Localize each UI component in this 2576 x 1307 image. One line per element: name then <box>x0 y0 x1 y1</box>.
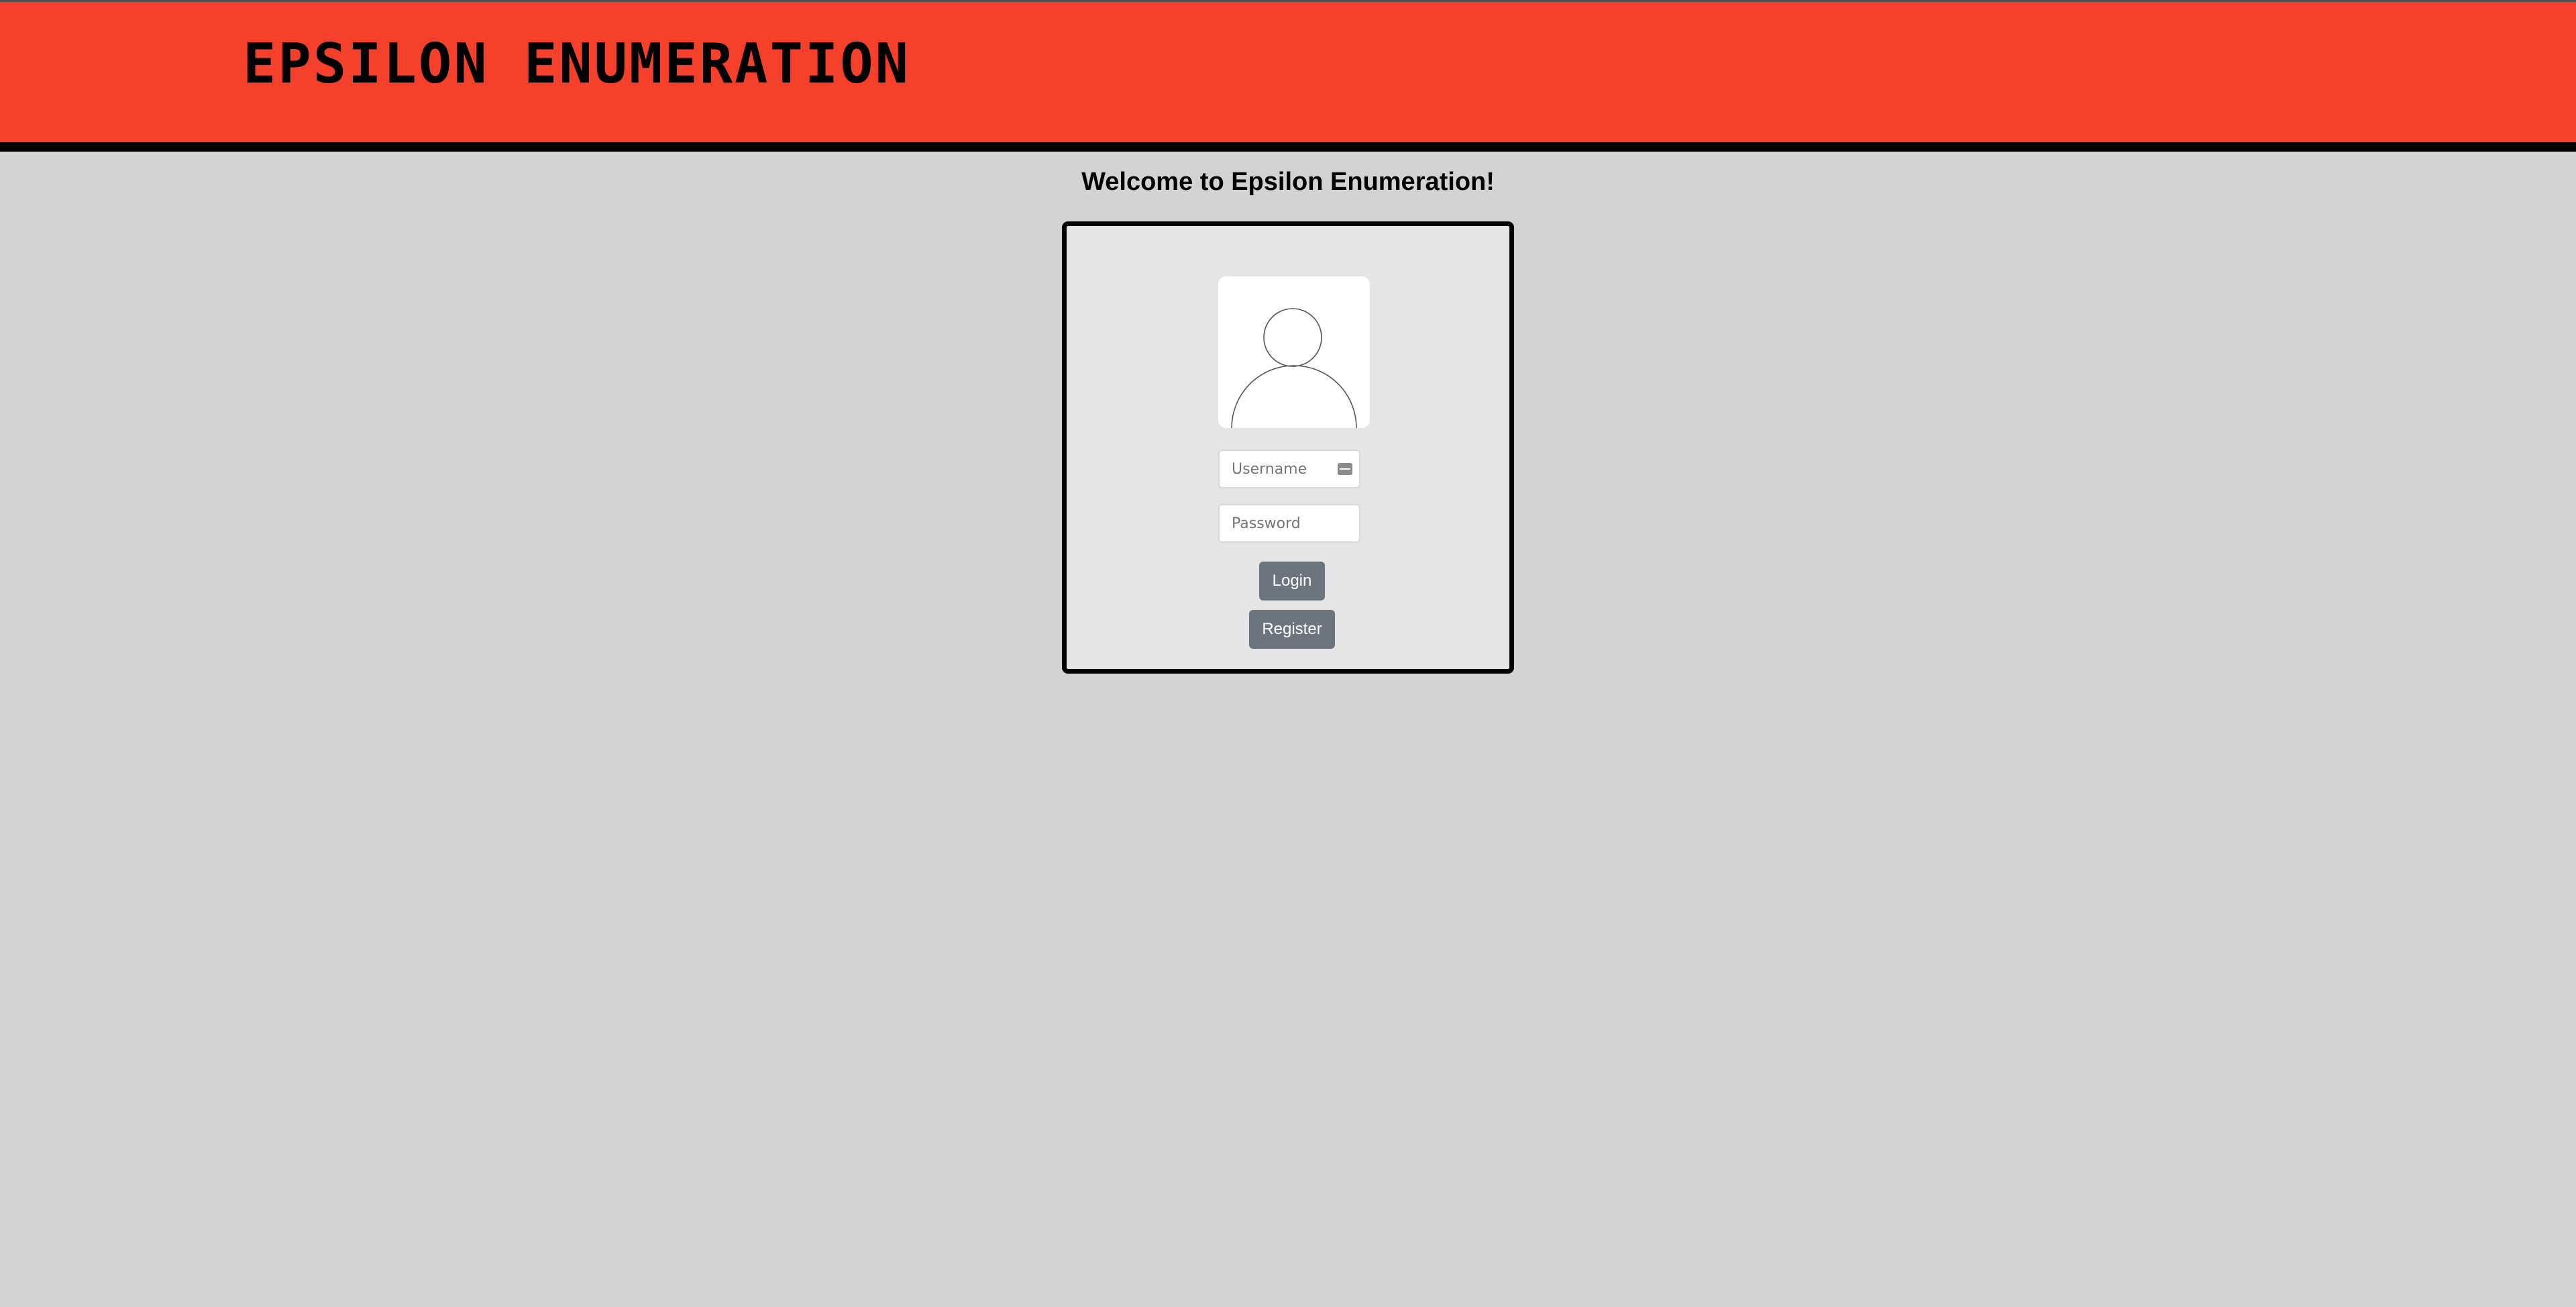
login-panel: Login Register <box>1062 221 1514 674</box>
site-title: EPSILON ENUMERATION <box>243 32 910 96</box>
user-avatar-icon <box>1218 276 1370 428</box>
autofill-card-icon[interactable] <box>1338 463 1352 475</box>
login-button[interactable]: Login <box>1259 562 1325 600</box>
welcome-heading: Welcome to Epsilon Enumeration! <box>1081 168 1495 196</box>
site-header: EPSILON ENUMERATION <box>0 0 2576 142</box>
register-button[interactable]: Register <box>1249 610 1335 649</box>
header-divider <box>0 142 2576 152</box>
password-input[interactable] <box>1218 504 1360 543</box>
